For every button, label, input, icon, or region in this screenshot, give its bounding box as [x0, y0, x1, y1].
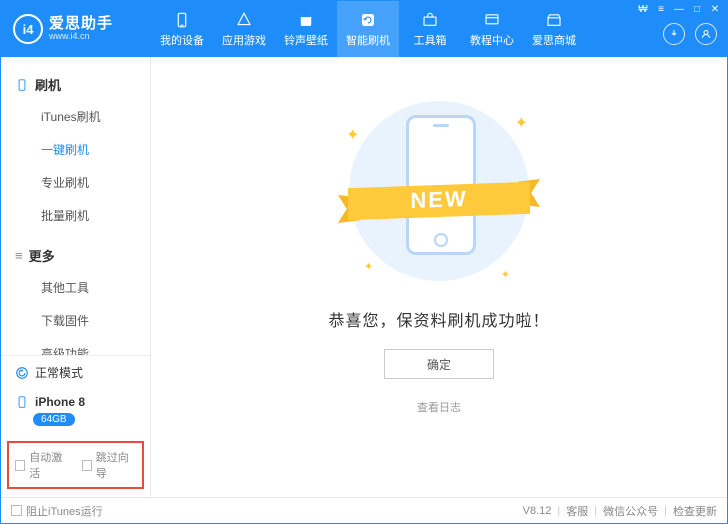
- flash-icon: [359, 11, 377, 29]
- toolbox-icon: [421, 11, 439, 29]
- sidebar-item-download-fw[interactable]: 下载固件: [1, 304, 150, 337]
- nav-device[interactable]: 我的设备: [151, 1, 213, 57]
- mode-label: 正常模式: [35, 364, 83, 381]
- sidebar: 刷机 iTunes刷机 一键刷机 专业刷机 批量刷机 更多 其他工具 下载固件 …: [1, 57, 151, 497]
- nav-flash[interactable]: 智能刷机: [337, 1, 399, 57]
- apps-icon: [235, 11, 253, 29]
- storage-badge: 64GB: [33, 413, 75, 426]
- device-name: iPhone 8: [35, 395, 85, 409]
- checkbox-block-itunes[interactable]: 阻止iTunes运行: [11, 503, 103, 519]
- sidebar-item-itunes-flash[interactable]: iTunes刷机: [1, 100, 150, 133]
- sidebar-group-title: 刷机: [35, 75, 61, 94]
- success-message: 恭喜您，保资料刷机成功啦！: [328, 307, 549, 331]
- nav-toolbox[interactable]: 工具箱: [399, 1, 461, 57]
- maximize-button[interactable]: □: [691, 4, 703, 16]
- top-nav: 我的设备 应用游戏 铃声壁纸 智能刷机 工具箱 教程中心: [151, 1, 585, 57]
- view-log-link[interactable]: 查看日志: [417, 399, 461, 415]
- sidebar-item-advanced[interactable]: 高级功能: [1, 337, 150, 355]
- wechat-link[interactable]: 微信公众号: [603, 503, 658, 519]
- device-info[interactable]: iPhone 8 64GB: [1, 389, 150, 437]
- store-icon: [545, 11, 563, 29]
- ok-button[interactable]: 确定: [384, 349, 494, 379]
- nav-label: 教程中心: [470, 32, 514, 48]
- sidebar-item-pro-flash[interactable]: 专业刷机: [1, 166, 150, 199]
- minimize-button[interactable]: —: [673, 4, 685, 16]
- nav-store[interactable]: 爱思商城: [523, 1, 585, 57]
- nav-label: 应用游戏: [222, 32, 266, 48]
- checkbox-label: 阻止iTunes运行: [26, 503, 103, 519]
- checkbox-label: 自动激活: [29, 449, 69, 481]
- device-icon: [173, 11, 191, 29]
- mode-normal[interactable]: 正常模式: [1, 356, 150, 389]
- nav-label: 爱思商城: [532, 32, 576, 48]
- checkbox-label: 跳过向导: [96, 449, 136, 481]
- tutorial-icon: [483, 11, 501, 29]
- checkbox-auto-activate[interactable]: 自动激活: [15, 449, 70, 481]
- nav-label: 智能刷机: [346, 32, 390, 48]
- checkbox-skip-guide[interactable]: 跳过向导: [82, 449, 137, 481]
- support-link[interactable]: 客服: [566, 503, 588, 519]
- sidebar-group-flash[interactable]: 刷机: [1, 69, 150, 100]
- nav-ringtone[interactable]: 铃声壁纸: [275, 1, 337, 57]
- success-illustration: ✦ ✦ ✦ ✦ NEW: [334, 91, 544, 291]
- brand-title: 爱思助手: [49, 16, 113, 33]
- version-label: V8.12: [523, 505, 552, 517]
- nav-apps[interactable]: 应用游戏: [213, 1, 275, 57]
- sidebar-group-title: 更多: [29, 246, 55, 265]
- sidebar-item-other-tools[interactable]: 其他工具: [1, 271, 150, 304]
- nav-label: 铃声壁纸: [284, 32, 328, 48]
- nav-label: 工具箱: [414, 32, 447, 48]
- sidebar-group-more[interactable]: 更多: [1, 240, 150, 271]
- sidebar-item-oneclick-flash[interactable]: 一键刷机: [1, 133, 150, 166]
- ribbon: NEW: [334, 177, 544, 225]
- nav-tutorial[interactable]: 教程中心: [461, 1, 523, 57]
- highlighted-options: 自动激活 跳过向导: [7, 441, 144, 489]
- options-button[interactable]: ₩: [637, 4, 649, 16]
- check-update-link[interactable]: 检查更新: [673, 503, 717, 519]
- status-bar: 阻止iTunes运行 V8.12 | 客服 | 微信公众号 | 检查更新: [1, 497, 727, 523]
- close-button[interactable]: ✕: [709, 4, 721, 16]
- main-content: ✦ ✦ ✦ ✦ NEW 恭喜您，保资料刷机成功啦！ 确定 查看日志: [151, 57, 727, 497]
- nav-label: 我的设备: [160, 32, 204, 48]
- menu-button[interactable]: ≡: [655, 4, 667, 16]
- brand-logo: i4: [13, 14, 43, 44]
- download-button[interactable]: [663, 23, 685, 45]
- sidebar-item-batch-flash[interactable]: 批量刷机: [1, 199, 150, 232]
- brand: i4 爱思助手 www.i4.cn: [1, 14, 151, 44]
- brand-subtitle: www.i4.cn: [49, 32, 113, 42]
- ringtone-icon: [297, 11, 315, 29]
- app-header: i4 爱思助手 www.i4.cn 我的设备 应用游戏 铃声壁纸 智能刷机: [1, 1, 727, 57]
- account-button[interactable]: [695, 23, 717, 45]
